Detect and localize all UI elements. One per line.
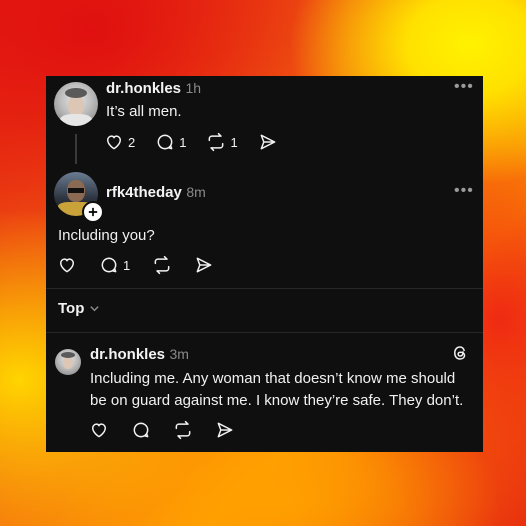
- like-button[interactable]: [89, 420, 109, 440]
- chevron-down-icon: [90, 306, 100, 312]
- comment-text-line-2: be on guard against me. I know they’re s…: [90, 392, 464, 409]
- username[interactable]: rfk4theday: [106, 184, 182, 201]
- username[interactable]: dr.honkles: [90, 346, 165, 363]
- thread-card: dr.honkles 1h ••• It’s all men. 2 1 1 rf…: [46, 76, 483, 452]
- post-text: Including you?: [58, 227, 155, 244]
- like-button[interactable]: [57, 255, 77, 275]
- plus-icon: [88, 207, 98, 217]
- share-button[interactable]: [215, 420, 235, 440]
- thread-line: [75, 134, 77, 164]
- share-button[interactable]: [194, 255, 214, 275]
- avatar[interactable]: [54, 82, 98, 126]
- repost-button[interactable]: [152, 255, 172, 275]
- repost-icon: [175, 420, 191, 440]
- heart-icon: [60, 258, 74, 273]
- divider: [46, 332, 483, 333]
- comment-icon: [157, 134, 173, 150]
- more-icon[interactable]: •••: [454, 182, 474, 200]
- repost-icon: [154, 255, 170, 275]
- heart-icon: [92, 423, 106, 438]
- like-button[interactable]: 2: [104, 132, 135, 152]
- like-count: 2: [128, 134, 136, 150]
- divider: [46, 288, 483, 289]
- send-icon: [260, 134, 276, 150]
- avatar[interactable]: [55, 349, 81, 375]
- comment-icon: [101, 257, 117, 273]
- repost-icon: [209, 132, 224, 152]
- reply-button[interactable]: [131, 420, 151, 440]
- reply-button[interactable]: 1: [155, 132, 186, 152]
- send-icon: [196, 257, 212, 273]
- timestamp: 1h: [185, 80, 202, 96]
- sort-dropdown[interactable]: Top: [58, 300, 100, 317]
- threads-logo-icon[interactable]: [451, 344, 469, 367]
- share-button[interactable]: [258, 132, 278, 152]
- repost-button[interactable]: 1: [206, 132, 238, 152]
- username[interactable]: dr.honkles: [106, 80, 181, 97]
- timestamp: 3m: [169, 346, 189, 362]
- repost-button[interactable]: [173, 420, 193, 440]
- repost-count: 1: [230, 134, 238, 150]
- sort-label: Top: [58, 300, 85, 317]
- timestamp: 8m: [186, 184, 206, 200]
- post-text: It’s all men.: [106, 103, 182, 120]
- send-icon: [217, 422, 233, 438]
- reply-count: 1: [179, 134, 187, 150]
- comment-icon: [133, 422, 149, 438]
- follow-button[interactable]: [82, 201, 104, 223]
- heart-icon: [107, 135, 121, 150]
- reply-count: 1: [123, 257, 131, 273]
- more-icon[interactable]: •••: [454, 78, 474, 96]
- reply-button[interactable]: 1: [99, 255, 130, 275]
- comment-text-line-1: Including me. Any woman that doesn’t kno…: [90, 370, 456, 387]
